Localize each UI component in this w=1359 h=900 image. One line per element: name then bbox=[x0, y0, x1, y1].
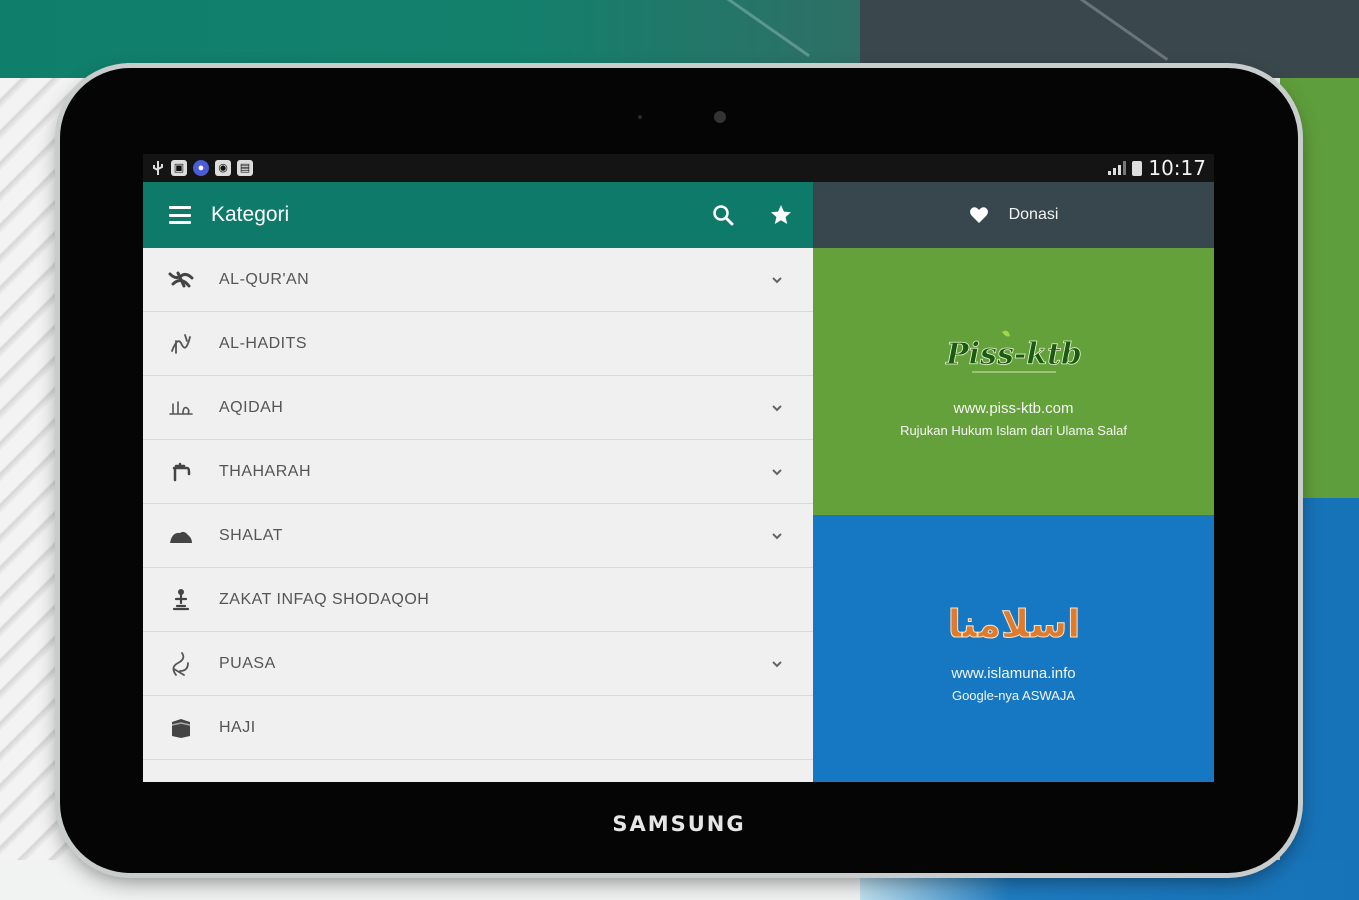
tablet-screen: ▣ ● ◉ ▤ 10:17 Kategori AL-QUR'AN AL-HADI… bbox=[143, 154, 1214, 782]
quran-calligraphy-icon bbox=[167, 266, 195, 294]
signal-icon bbox=[1108, 161, 1127, 175]
category-item-shalat[interactable]: SHALAT bbox=[143, 504, 813, 568]
search-icon bbox=[713, 205, 734, 226]
image-notification-icon: ▣ bbox=[171, 160, 187, 176]
app-bar-actions bbox=[709, 201, 795, 229]
category-item-zakat[interactable]: ZAKAT INFAQ SHODAQOH bbox=[143, 568, 813, 632]
promo-tagline: Rujukan Hukum Islam dari Ulama Salaf bbox=[900, 422, 1127, 438]
category-label: HAJI bbox=[219, 718, 256, 736]
app-bar: Kategori bbox=[143, 182, 813, 248]
islamuna-logo: اسلامنا bbox=[947, 601, 1081, 646]
chevron-down-icon[interactable] bbox=[767, 526, 787, 546]
aqidah-calligraphy-icon bbox=[167, 394, 195, 422]
messenger-notification-icon: ◉ bbox=[215, 160, 231, 176]
usb-icon bbox=[153, 161, 163, 175]
category-label: THAHARAH bbox=[219, 462, 312, 480]
piss-ktb-logo: Piss-ktb bbox=[944, 330, 1082, 372]
search-button[interactable] bbox=[709, 201, 737, 229]
kaaba-icon bbox=[167, 714, 195, 742]
category-item-haji[interactable]: HAJI bbox=[143, 696, 813, 760]
donate-label: Donasi bbox=[1008, 206, 1059, 223]
battery-icon bbox=[1132, 160, 1143, 176]
chevron-down-icon[interactable] bbox=[767, 270, 787, 290]
promo-url: www.piss-ktb.com bbox=[953, 399, 1074, 417]
sensor-dot bbox=[638, 115, 642, 119]
water-tap-icon bbox=[167, 458, 195, 486]
category-label: PUASA bbox=[219, 654, 276, 672]
category-item-aqidah[interactable]: AQIDAH bbox=[143, 376, 813, 440]
promo-url: www.islamuna.info bbox=[951, 664, 1076, 682]
chevron-down-icon[interactable] bbox=[767, 654, 787, 674]
category-item-puasa[interactable]: PUASA bbox=[143, 632, 813, 696]
charity-icon bbox=[167, 586, 195, 614]
system-status: 10:17 bbox=[1108, 156, 1206, 180]
app-notification-icon: ● bbox=[193, 160, 209, 176]
category-pane: Kategori AL-QUR'AN AL-HADITS AQIDAH THAH… bbox=[143, 182, 813, 782]
svg-text:Piss-ktb: Piss-ktb bbox=[945, 337, 1082, 372]
chevron-down-icon[interactable] bbox=[767, 398, 787, 418]
donate-button[interactable]: Donasi bbox=[813, 182, 1214, 248]
background-top-green bbox=[0, 0, 860, 78]
category-label: SHALAT bbox=[219, 526, 284, 544]
promo-tagline: Google-nya ASWAJA bbox=[951, 687, 1076, 703]
notification-icons: ▣ ● ◉ ▤ bbox=[151, 160, 253, 176]
category-label: AQIDAH bbox=[219, 398, 284, 416]
status-bar: ▣ ● ◉ ▤ 10:17 bbox=[143, 154, 1214, 182]
category-label: AL-QUR'AN bbox=[219, 270, 310, 288]
category-item-al-hadits[interactable]: AL-HADITS bbox=[143, 312, 813, 376]
category-label: ZAKAT INFAQ SHODAQOH bbox=[219, 590, 430, 608]
front-camera bbox=[714, 111, 726, 123]
promo-pane: Donasi Piss-ktb www.piss-ktb.com Rujukan… bbox=[813, 182, 1214, 782]
hadith-calligraphy-icon bbox=[167, 330, 195, 358]
prayer-icon bbox=[167, 522, 195, 550]
category-label: AL-HADITS bbox=[219, 334, 308, 352]
category-item-thaharah[interactable]: THAHARAH bbox=[143, 440, 813, 504]
category-list: AL-QUR'AN AL-HADITS AQIDAH THAHARAH SHAL… bbox=[143, 248, 813, 760]
promo-banner-piss-ktb[interactable]: Piss-ktb www.piss-ktb.com Rujukan Hukum … bbox=[813, 248, 1214, 515]
star-icon bbox=[771, 205, 791, 224]
favorites-button[interactable] bbox=[767, 201, 795, 229]
hamburger-menu-icon[interactable] bbox=[169, 206, 191, 224]
document-notification-icon: ▤ bbox=[237, 160, 253, 176]
device-brand: SAMSUNG bbox=[612, 812, 746, 836]
promo-banner-islamuna[interactable]: اسلامنا www.islamuna.info Google-nya ASW… bbox=[813, 515, 1214, 782]
status-time: 10:17 bbox=[1148, 156, 1206, 180]
category-item-al-quran[interactable]: AL-QUR'AN bbox=[143, 248, 813, 312]
page-title: Kategori bbox=[211, 203, 290, 226]
chevron-down-icon[interactable] bbox=[767, 462, 787, 482]
puasa-calligraphy-icon bbox=[167, 650, 195, 678]
svg-text:اسلامنا: اسلامنا bbox=[947, 602, 1080, 646]
heart-icon bbox=[969, 207, 988, 223]
background-top-slate bbox=[860, 0, 1359, 78]
